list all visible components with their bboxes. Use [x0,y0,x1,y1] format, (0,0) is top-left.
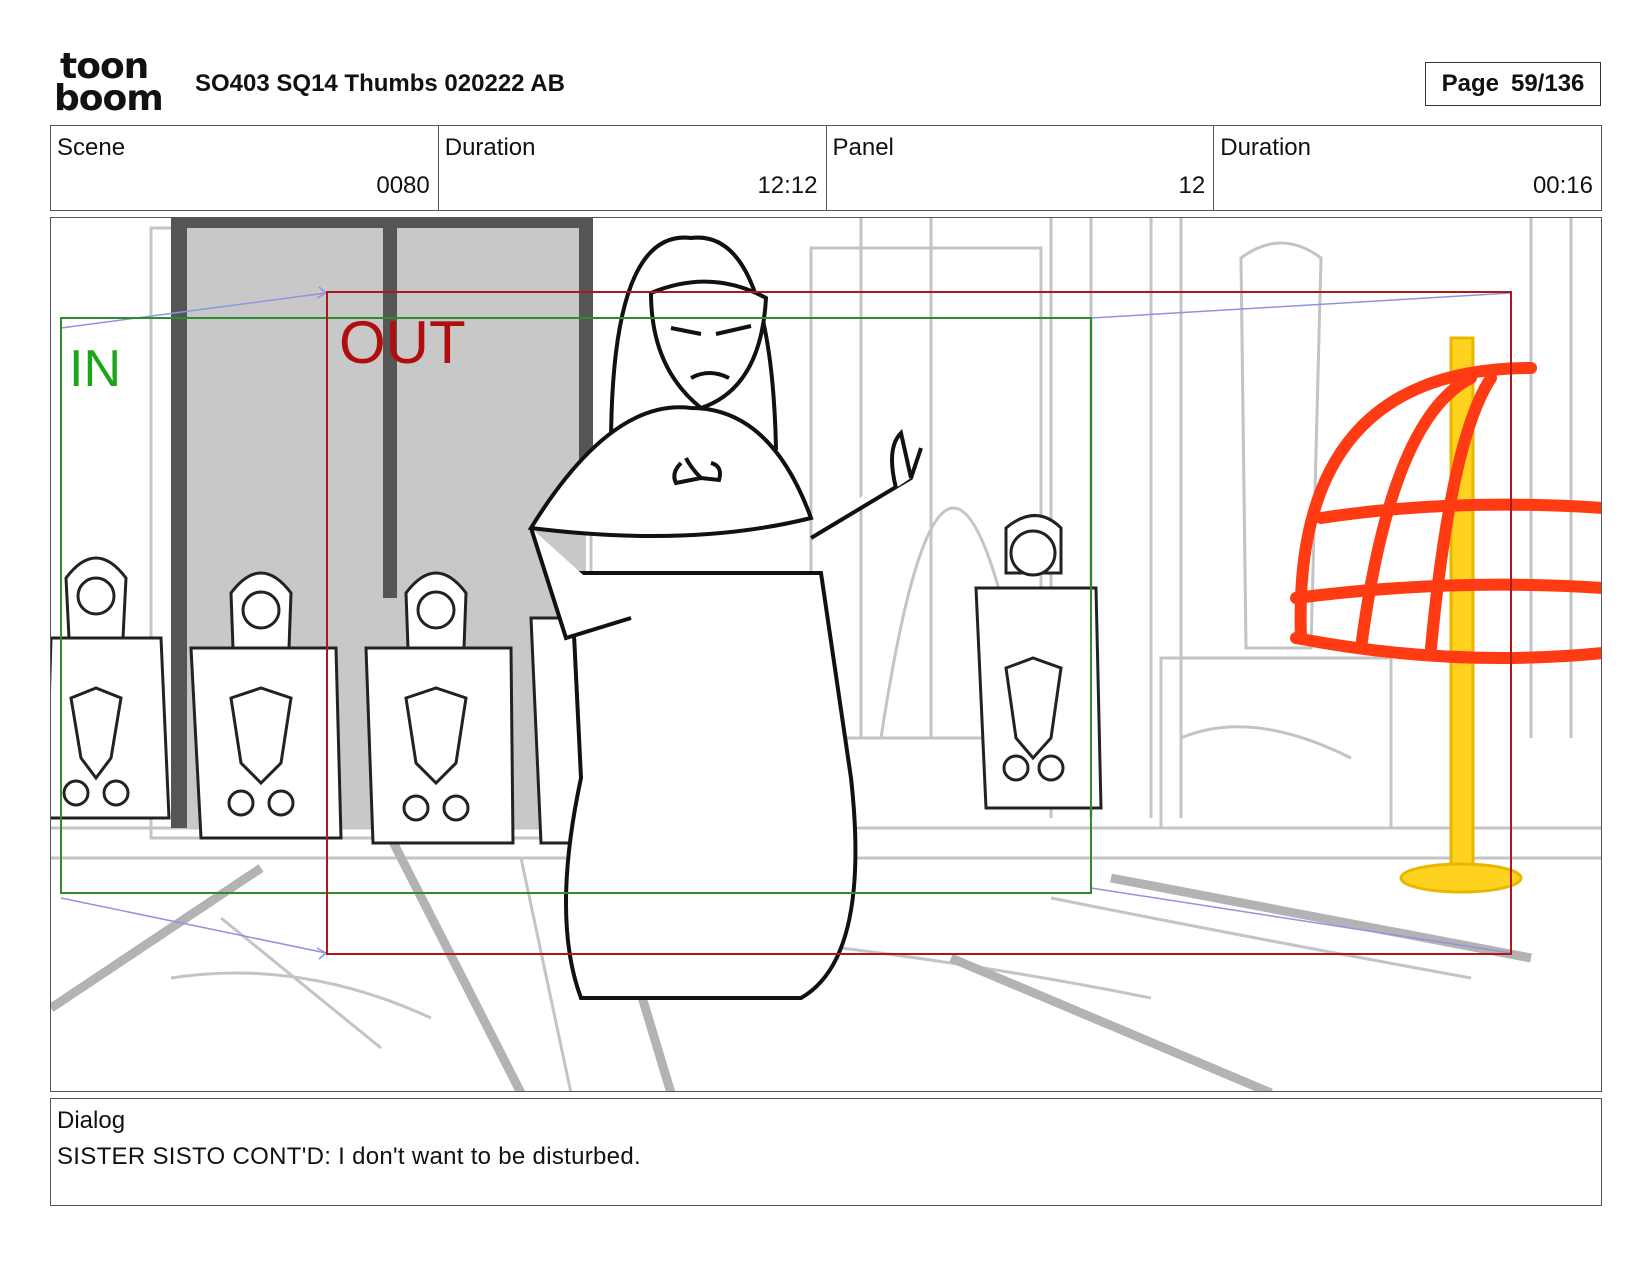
panel-duration-value: 00:16 [1532,172,1593,199]
scene-duration-value: 12:12 [757,172,818,199]
panel-info-row: Scene 0080 Duration 12:12 Panel 12 Durat… [50,125,1602,211]
page-indicator: Page 59/136 [1425,62,1601,106]
toonboom-logo: toon boom [54,49,172,119]
panel-duration-cell: Duration 00:16 [1214,126,1601,210]
panel-drawing: IN OUT [51,218,1601,1091]
panel-cell: Panel 12 [827,126,1215,210]
scene-label: Scene [57,134,126,161]
out-label: OUT [339,309,466,376]
cage-prop [1290,336,1601,894]
scene-value: 0080 [376,172,430,199]
scene-duration-cell: Duration 12:12 [439,126,827,210]
in-label: IN [69,340,121,398]
page-label: Page [1441,70,1499,97]
page-number: 59/136 [1510,70,1585,97]
document-title: SO403 SQ14 Thumbs 020222 AB [195,70,565,97]
storyboard-panel: IN OUT [50,217,1602,1092]
scene-duration-label: Duration [444,134,536,161]
panel-value: 12 [1178,172,1206,199]
dialog-label: Dialog [57,1107,126,1134]
logo-text-bottom: boom [54,78,164,119]
scene-cell: Scene 0080 [51,126,439,210]
cage-bars [1290,362,1601,664]
panel-label: Panel [832,134,894,161]
guard-right [974,514,1103,810]
robe [564,571,858,1000]
panel-duration-label: Duration [1220,134,1311,161]
dialog-text: SISTER SISTO CONT'D: I don't want to be … [57,1143,641,1170]
cage-base [1399,862,1523,894]
dialog-box: Dialog SISTER SISTO CONT'D: I don't want… [50,1098,1602,1206]
